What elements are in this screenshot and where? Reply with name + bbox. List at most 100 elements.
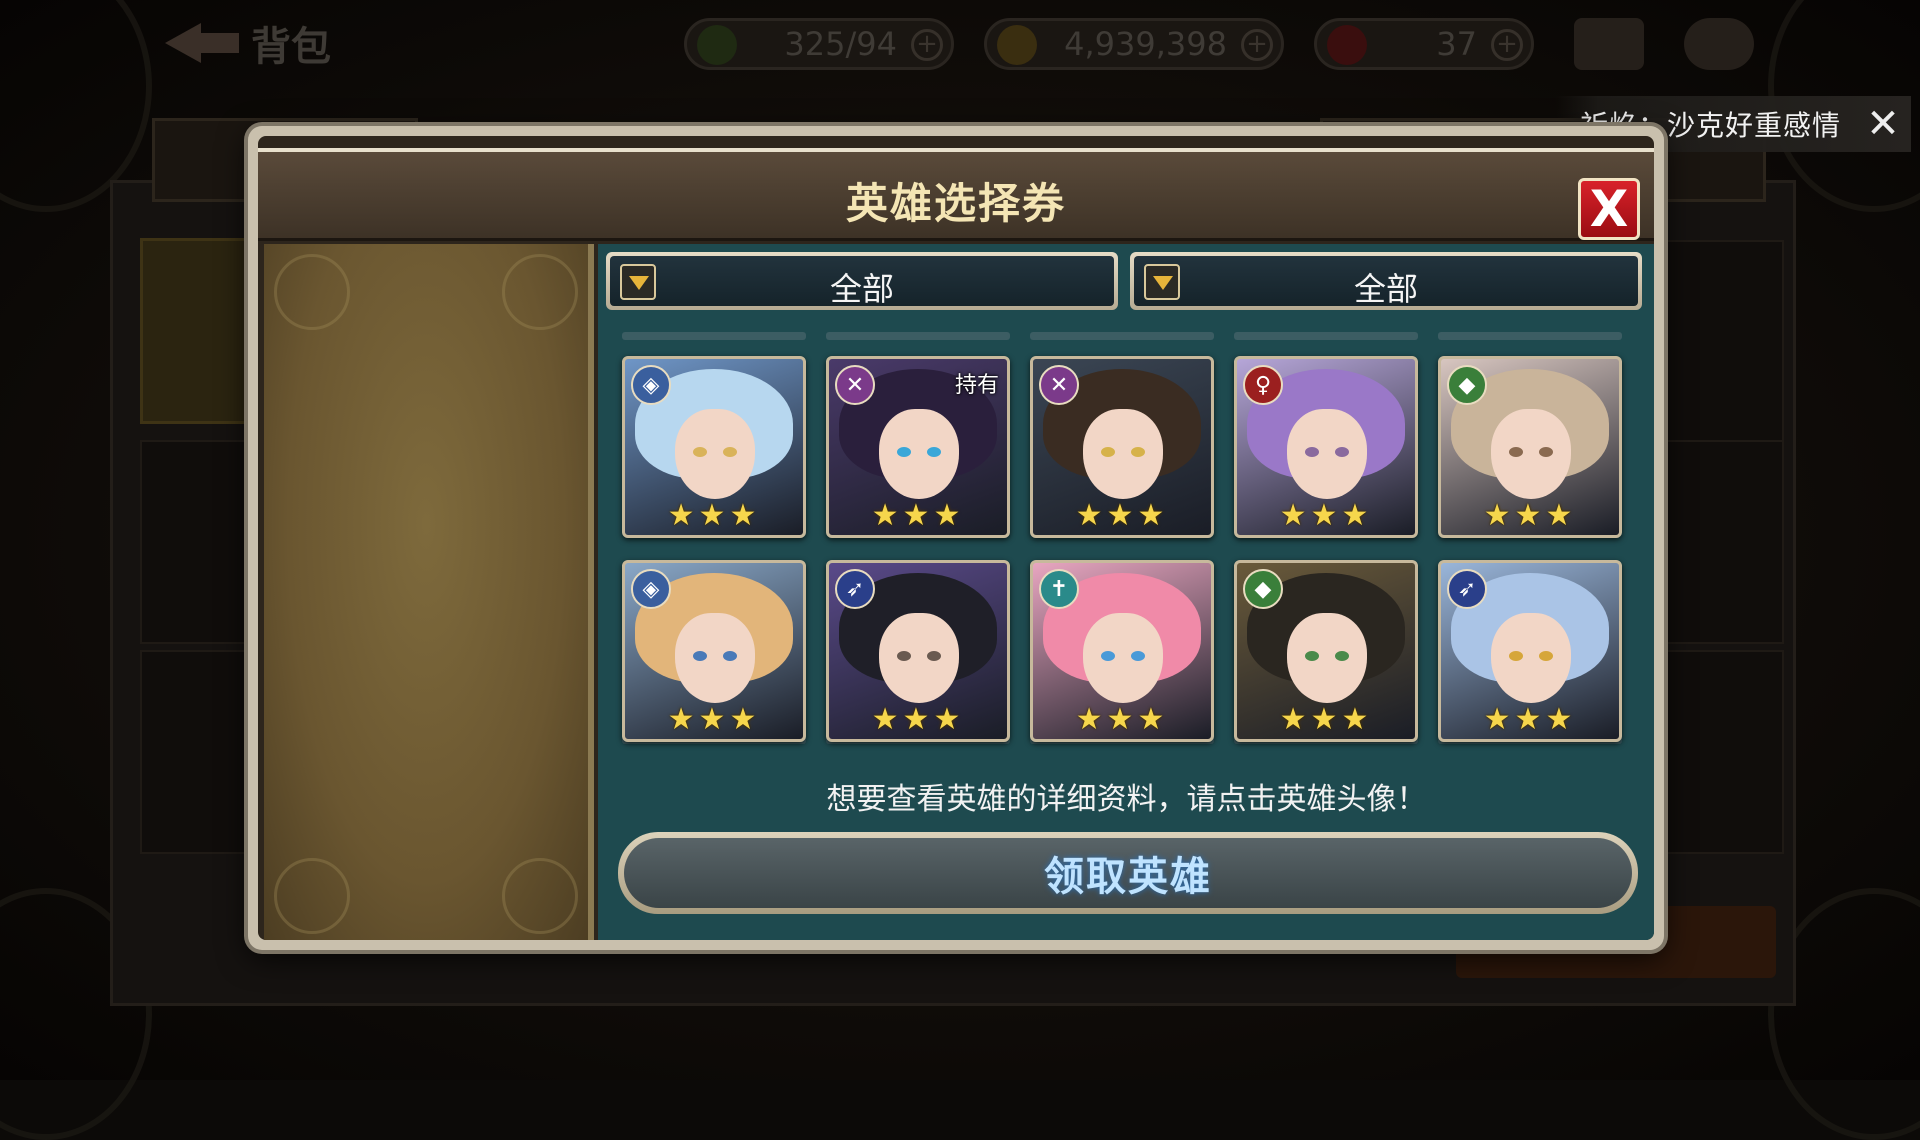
gold-counter: 4,939,398 +: [984, 18, 1284, 70]
claim-hero-button[interactable]: 领取英雄: [618, 832, 1638, 914]
hero-face: [675, 409, 755, 499]
row-edge: [1438, 332, 1622, 340]
hero-face: [1491, 409, 1571, 499]
hero-grid[interactable]: ◈ ★★★ ✕ 持有 ★★★ ✕ ★★★ ♀ ★★★ ◆ ★★★ ◈ ★★★ ➶ ★★★ ✝ ★★★ ◆ ★★★ ➶ ★…: [622, 332, 1632, 752]
hero-eye: [1509, 651, 1523, 661]
hero-card[interactable]: ✝ ★★★: [1030, 560, 1214, 742]
owned-badge: 持有: [954, 373, 999, 398]
hero-face: [1083, 613, 1163, 703]
filter-label: 全部: [829, 270, 894, 308]
star-rating: ★★★: [1075, 702, 1169, 737]
star-rating: ★★★: [667, 702, 761, 737]
chat-icon[interactable]: [1684, 18, 1754, 70]
hero-eye: [1101, 651, 1115, 661]
gem-icon: [1327, 25, 1367, 65]
star-rating: ★★★: [1483, 702, 1577, 737]
row-edge: [622, 332, 806, 340]
hero-card[interactable]: ➶ ★★★: [1438, 560, 1622, 742]
gun-icon: ➶: [1447, 569, 1487, 609]
hero-face: [879, 409, 959, 499]
ornament: [274, 858, 350, 934]
mail-icon[interactable]: [1574, 18, 1644, 70]
dropdown-body: 全部: [610, 256, 1114, 308]
star-rating: ★★★: [871, 702, 965, 737]
ornament: [502, 858, 578, 934]
filter-dropdown-class[interactable]: 全部: [606, 252, 1118, 310]
hero-select-dialog: 英雄选择券 X 全部 全部 ◈ ★★★ ✕ 持有 ★★★ ✕ ★★★ ♀ ★★★…: [248, 126, 1664, 950]
hero-eye: [927, 447, 941, 457]
dropdown-body: 全部: [1134, 256, 1638, 308]
hero-eye: [897, 447, 911, 457]
star-rating: ★★★: [871, 498, 965, 533]
close-button[interactable]: X: [1578, 178, 1640, 240]
hero-eye: [927, 651, 941, 661]
back-arrow-icon: [165, 17, 241, 69]
hero-eye: [1101, 447, 1115, 457]
hero-face: [879, 613, 959, 703]
ornament: [502, 254, 578, 330]
hero-card[interactable]: ✕ 持有 ★★★: [826, 356, 1010, 538]
dialog-title: 英雄选择券: [845, 179, 1066, 228]
hero-card[interactable]: ◈ ★★★: [622, 560, 806, 742]
hero-eye: [1539, 447, 1553, 457]
bow-icon: ◆: [1243, 569, 1283, 609]
shield-icon: ◈: [631, 365, 671, 405]
hero-card[interactable]: ✕ ★★★: [1030, 356, 1214, 538]
hint-text: 想要查看英雄的详细资料，请点击英雄头像！: [826, 782, 1427, 817]
back-label: 背包: [251, 24, 331, 70]
star-rating: ★★★: [1075, 498, 1169, 533]
row-edge: [826, 332, 1010, 340]
hero-list-panel: 全部 全部 ◈ ★★★ ✕ 持有 ★★★ ✕ ★★★ ♀ ★★★ ◆ ★★★ ◈…: [598, 244, 1654, 940]
ornament: [274, 254, 350, 330]
notification-close-icon[interactable]: ✕: [1855, 96, 1911, 152]
bow-icon: ◆: [1447, 365, 1487, 405]
hero-eye: [1305, 651, 1319, 661]
row-edge: [1030, 332, 1214, 340]
stamina-value: 325/94: [784, 25, 897, 63]
staff-icon: ♀: [1243, 365, 1283, 405]
hero-eye: [897, 651, 911, 661]
add-gem-button[interactable]: +: [1491, 29, 1523, 61]
gem-counter: 37 +: [1314, 18, 1534, 70]
hero-eye: [693, 651, 707, 661]
star-rating: ★★★: [1279, 498, 1373, 533]
filter-label: 全部: [1353, 270, 1418, 308]
top-bar: 背包 325/94 + 4,939,398 + 37 +: [0, 0, 1920, 88]
shield-icon: ◈: [631, 569, 671, 609]
hero-eye: [1131, 651, 1145, 661]
filter-dropdown-element[interactable]: 全部: [1130, 252, 1642, 310]
close-icon: X: [1589, 180, 1629, 238]
crossed-swords-icon: ✕: [835, 365, 875, 405]
crossed-swords-icon: ✕: [1039, 365, 1079, 405]
star-rating: ★★★: [1279, 702, 1373, 737]
dialog-header: 英雄选择券 X: [258, 148, 1654, 241]
hero-eye: [723, 447, 737, 457]
hero-card[interactable]: ➶ ★★★: [826, 560, 1010, 742]
add-gold-button[interactable]: +: [1241, 29, 1273, 61]
gold-coin-icon: [997, 25, 1037, 65]
hero-card[interactable]: ♀ ★★★: [1234, 356, 1418, 538]
dialog-body: 英雄选择券 X 全部 全部 ◈ ★★★ ✕ 持有 ★★★ ✕ ★★★ ♀ ★★★…: [258, 136, 1654, 940]
lightning-icon: [697, 25, 737, 65]
hero-eye: [1305, 447, 1319, 457]
star-rating: ★★★: [1483, 498, 1577, 533]
hero-preview-panel: [264, 244, 594, 940]
gold-value: 4,939,398: [1064, 25, 1227, 63]
star-rating: ★★★: [667, 498, 761, 533]
hero-eye: [1131, 447, 1145, 457]
hero-face: [1491, 613, 1571, 703]
hero-card[interactable]: ◆ ★★★: [1234, 560, 1418, 742]
hero-eye: [723, 651, 737, 661]
back-button[interactable]: 背包: [165, 14, 331, 72]
hero-card[interactable]: ◈ ★★★: [622, 356, 806, 538]
hero-eye: [1539, 651, 1553, 661]
gun-icon: ➶: [835, 569, 875, 609]
claim-button-body: 领取英雄: [624, 838, 1632, 908]
cross-icon: ✝: [1039, 569, 1079, 609]
hero-card[interactable]: ◆ ★★★: [1438, 356, 1622, 538]
gem-value: 37: [1436, 25, 1477, 63]
row-edge: [1234, 332, 1418, 340]
add-stamina-button[interactable]: +: [911, 29, 943, 61]
hero-face: [1287, 613, 1367, 703]
hero-face: [675, 613, 755, 703]
